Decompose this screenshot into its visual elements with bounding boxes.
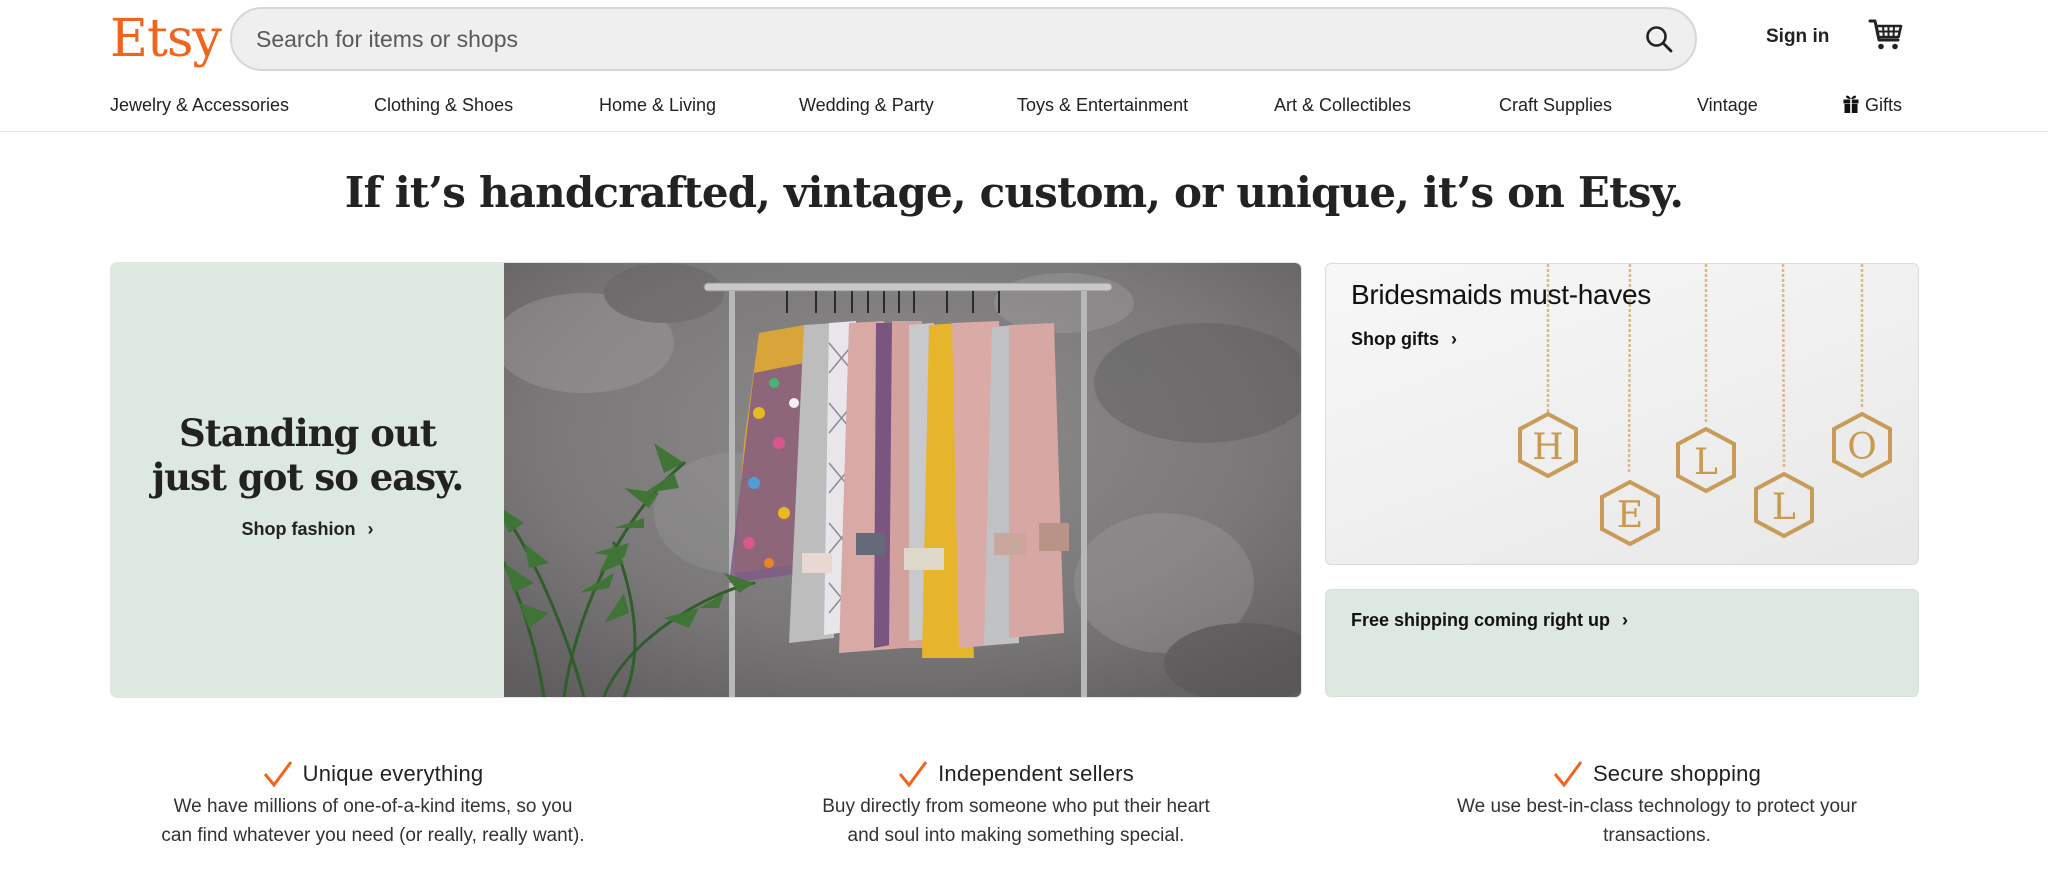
value-props: Unique everything We have millions of on… bbox=[0, 756, 2048, 866]
shop-gifts-link[interactable]: Shop gifts › bbox=[1351, 329, 1457, 350]
feature-description: Buy directly from someone who put their … bbox=[776, 792, 1256, 850]
search-bar bbox=[230, 7, 1697, 71]
search-icon bbox=[1646, 26, 1673, 53]
feature-title: Secure shopping bbox=[1592, 761, 1762, 786]
feature-description-line: We have millions of one-of-a-kind items,… bbox=[173, 796, 573, 817]
feature-description-line: transactions. bbox=[1603, 825, 1711, 846]
card-free-shipping[interactable]: Free shipping coming right up › bbox=[1325, 589, 1919, 697]
feature-title: Independent sellers bbox=[938, 761, 1134, 786]
nav-item-wedding[interactable]: Wedding & Party bbox=[799, 88, 934, 122]
hero-title: Standing out just got so easy. bbox=[151, 410, 464, 499]
free-shipping-link[interactable]: Free shipping coming right up › bbox=[1351, 610, 1628, 631]
shop-fashion-link[interactable]: Shop fashion › bbox=[242, 519, 374, 540]
nav-item-vintage[interactable]: Vintage bbox=[1697, 88, 1758, 122]
shop-gifts-label: Shop gifts bbox=[1351, 329, 1439, 349]
nav-item-art[interactable]: Art & Collectibles bbox=[1274, 88, 1411, 122]
hero-text-panel: Standing out just got so easy. Shop fash… bbox=[111, 263, 504, 697]
nav-item-home[interactable]: Home & Living bbox=[599, 88, 716, 122]
card-title: Bridesmaids must-haves bbox=[1351, 279, 1651, 310]
cart-icon bbox=[1868, 19, 1903, 50]
pendant-letter: L bbox=[1694, 442, 1718, 483]
nav-item-label: Gifts bbox=[1865, 95, 1903, 115]
search-button[interactable] bbox=[1623, 9, 1695, 69]
card-bridesmaids-gifts[interactable]: H E L L O Bridesmaids must-haves Shop gi… bbox=[1325, 263, 1919, 565]
checkmark-icon bbox=[263, 761, 292, 788]
nav-item-clothing[interactable]: Clothing & Shoes bbox=[374, 88, 513, 122]
feature-unique: Unique everything We have millions of on… bbox=[133, 756, 613, 850]
search-input[interactable] bbox=[232, 9, 1623, 69]
nav-item-label: Wedding & Party bbox=[799, 95, 934, 115]
nav-item-label: Home & Living bbox=[599, 95, 717, 115]
page-tagline: If it’s handcrafted, vintage, custom, or… bbox=[344, 168, 1684, 217]
nav-item-craft[interactable]: Craft Supplies bbox=[1499, 88, 1612, 122]
gift-icon bbox=[1843, 95, 1859, 113]
nav-item-jewelry[interactable]: Jewelry & Accessories bbox=[110, 88, 289, 122]
shop-fashion-label: Shop fashion bbox=[241, 518, 356, 539]
checkmark-icon bbox=[1553, 761, 1583, 788]
pendant-letter: L bbox=[1772, 487, 1796, 528]
nav-item-label: Jewelry & Accessories bbox=[110, 95, 290, 115]
nav-item-toys[interactable]: Toys & Entertainment bbox=[1017, 88, 1188, 122]
site-header: Etsy Sign in Jewelry & Accessories Cloth… bbox=[0, 0, 2048, 132]
pendant-letter: O bbox=[1847, 427, 1877, 468]
feature-description-line: We use best-in-class technology to prote… bbox=[1457, 796, 1857, 817]
cart-button[interactable] bbox=[1868, 18, 1904, 52]
pendant-letter: H bbox=[1532, 427, 1563, 468]
nav-item-label: Vintage bbox=[1697, 95, 1758, 115]
hero-banner-fashion[interactable]: Standing out just got so easy. Shop fash… bbox=[111, 263, 1301, 697]
feature-independent-sellers: Independent sellers Buy directly from so… bbox=[776, 756, 1256, 850]
chevron-right-icon: › bbox=[1622, 610, 1628, 630]
hero-image-clothing-rack bbox=[504, 263, 1301, 697]
chevron-right-icon: › bbox=[367, 518, 374, 539]
nav-item-label: Art & Collectibles bbox=[1274, 95, 1412, 115]
feature-description-line: and soul into making something special. bbox=[847, 825, 1185, 846]
nav-item-gifts[interactable]: Gifts bbox=[1843, 88, 1902, 122]
category-nav: Jewelry & Accessories Clothing & Shoes H… bbox=[110, 88, 1910, 122]
feature-description: We have millions of one-of-a-kind items,… bbox=[133, 792, 613, 850]
etsy-logo[interactable]: Etsy bbox=[110, 6, 222, 72]
nav-item-label: Clothing & Shoes bbox=[374, 95, 514, 115]
nav-item-label: Craft Supplies bbox=[1499, 95, 1613, 115]
pendant-letter: E bbox=[1617, 495, 1643, 536]
feature-description-line: Buy directly from someone who put their … bbox=[822, 796, 1210, 817]
feature-description: We use best-in-class technology to prote… bbox=[1417, 792, 1897, 850]
clothing-rack-photo bbox=[504, 263, 1301, 697]
chevron-right-icon: › bbox=[1451, 329, 1457, 349]
nav-item-label: Toys & Entertainment bbox=[1017, 95, 1189, 115]
checkmark-icon bbox=[898, 761, 928, 788]
feature-secure-shopping: Secure shopping We use best-in-class tec… bbox=[1417, 756, 1897, 850]
sign-in-link[interactable]: Sign in bbox=[1766, 22, 1829, 52]
feature-description-line: can find whatever you need (or really, r… bbox=[161, 825, 585, 846]
feature-title: Unique everything bbox=[302, 761, 484, 786]
free-shipping-label: Free shipping coming right up bbox=[1351, 610, 1610, 630]
